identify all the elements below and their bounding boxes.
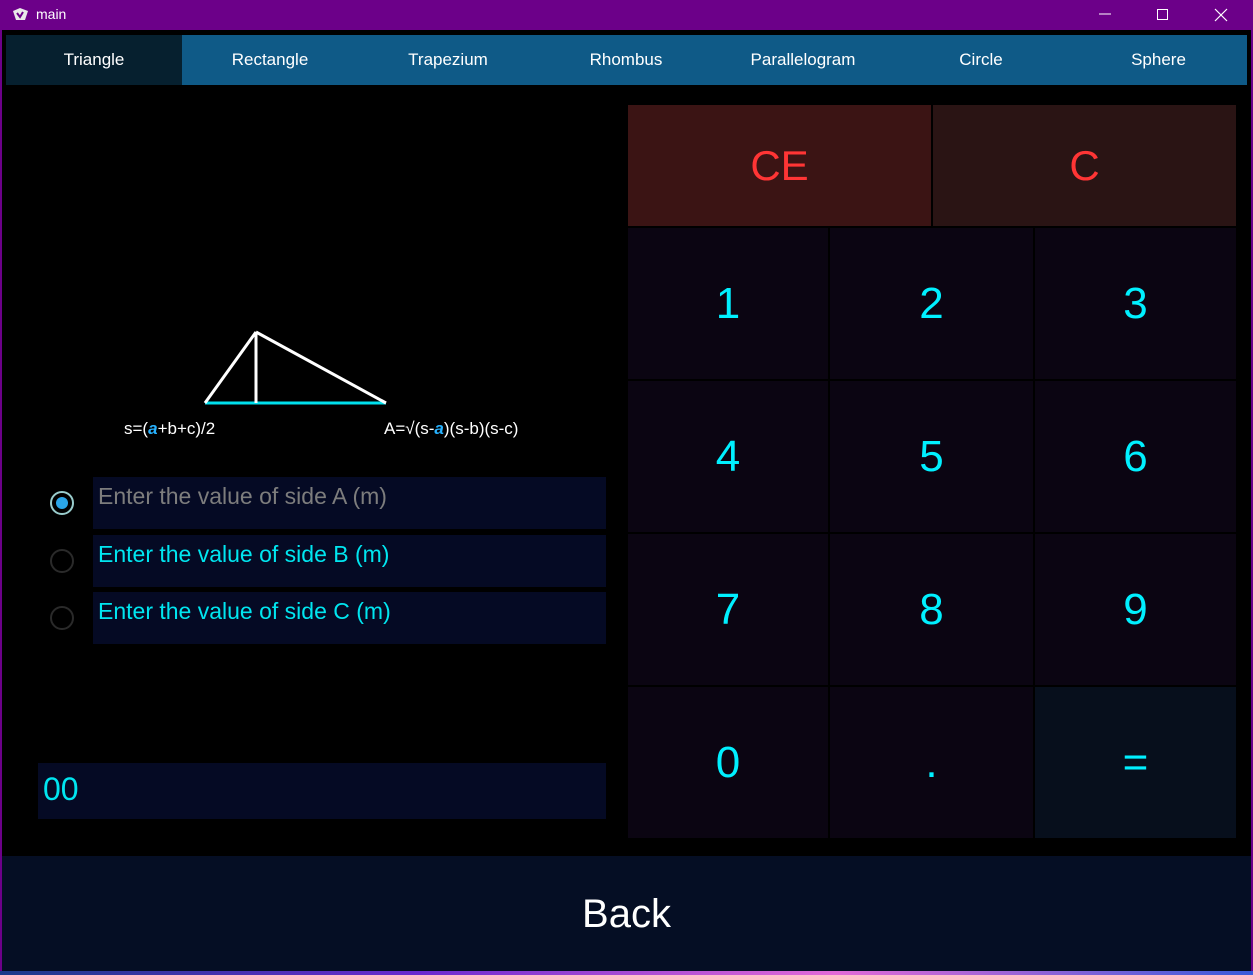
triangle-diagram [203,330,387,405]
formula-text: s=( [124,419,149,438]
maximize-button[interactable] [1134,0,1192,30]
key-3[interactable]: 3 [1035,228,1236,379]
side-a-radio[interactable] [50,491,74,515]
window-title: main [36,6,67,22]
side-c-radio[interactable] [50,606,74,630]
close-icon [1214,8,1228,22]
tab-parallelogram[interactable]: Parallelogram [714,35,892,85]
clear-button[interactable]: C [933,105,1236,226]
key-2[interactable]: 2 [830,228,1033,379]
side-b-input[interactable]: Enter the value of side B (m) [93,535,606,587]
close-button[interactable] [1192,0,1250,30]
tab-rectangle[interactable]: Rectangle [182,35,358,85]
key-6[interactable]: 6 [1035,381,1236,532]
key-4[interactable]: 4 [628,381,828,532]
key-9[interactable]: 9 [1035,534,1236,685]
tab-rhombus[interactable]: Rhombus [538,35,714,85]
tab-triangle[interactable]: Triangle [6,35,182,85]
tab-sphere[interactable]: Sphere [1070,35,1247,85]
clear-entry-button[interactable]: CE [628,105,931,226]
kivy-app-icon [13,8,28,20]
equals-button[interactable]: = [1035,687,1236,838]
minimize-icon [1099,13,1111,15]
formula-highlight: a [148,419,158,438]
area-formula: A=√(s-a)(s-b)(s-c) [384,419,518,439]
key-decimal[interactable]: . [830,687,1033,838]
back-button[interactable]: Back [2,856,1251,973]
side-b-radio[interactable] [50,549,74,573]
maximize-icon [1157,9,1168,20]
desktop-wallpaper-edge [0,971,1253,975]
app-content: Triangle Rectangle Trapezium Rhombus Par… [2,30,1251,973]
tab-trapezium[interactable]: Trapezium [358,35,538,85]
formula-text: A=√(s- [384,419,435,438]
shape-tab-bar: Triangle Rectangle Trapezium Rhombus Par… [6,35,1247,85]
key-5[interactable]: 5 [830,381,1033,532]
title-bar[interactable]: main [0,0,1253,30]
side-a-input[interactable]: Enter the value of side A (m) [93,477,606,529]
key-7[interactable]: 7 [628,534,828,685]
formula-highlight: a [434,419,444,438]
semi-perimeter-formula: s=(a+b+c)/2 [124,419,215,439]
minimize-button[interactable] [1076,0,1134,30]
tab-circle[interactable]: Circle [892,35,1070,85]
formula-text: )(s-b)(s-c) [443,419,519,438]
app-window: main Triangle Rectangle Trapezium Rhombu… [0,0,1253,975]
formula-text: +b+c)/2 [157,419,216,438]
key-8[interactable]: 8 [830,534,1033,685]
key-0[interactable]: 0 [628,687,828,838]
result-display: 00 [38,763,606,819]
side-c-input[interactable]: Enter the value of side C (m) [93,592,606,644]
key-1[interactable]: 1 [628,228,828,379]
